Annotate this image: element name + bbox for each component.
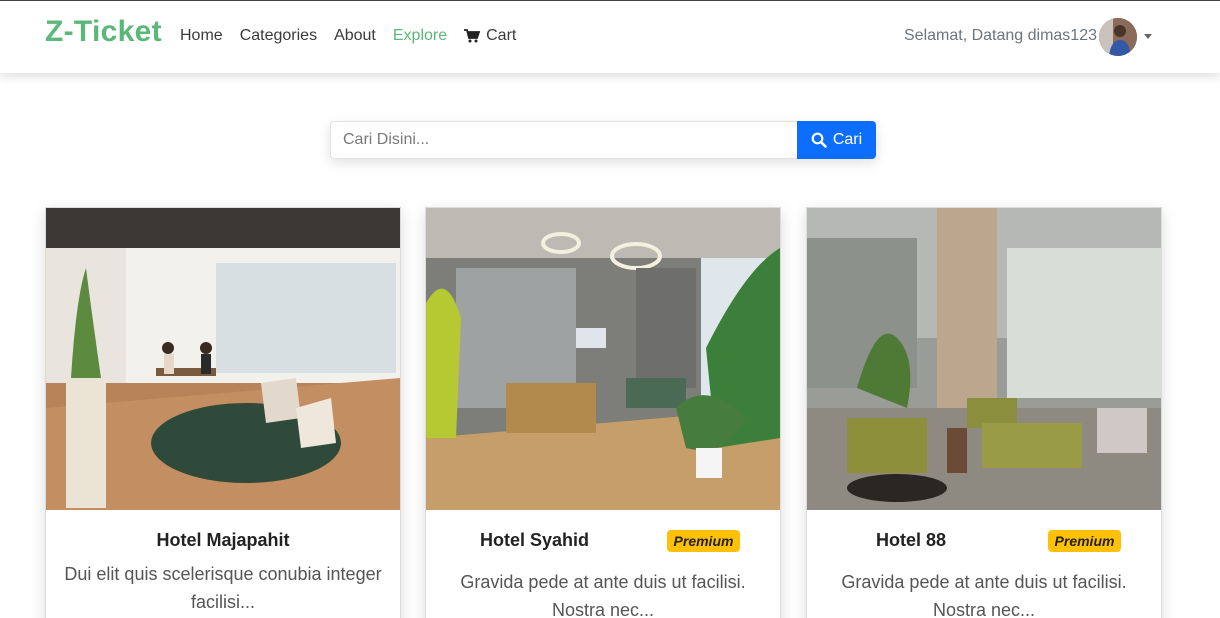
brand-logo[interactable]: Z-Ticket [45, 15, 162, 49]
search-bar: Cari [330, 121, 876, 159]
hotel-image [46, 208, 400, 510]
hotel-image [426, 208, 780, 510]
main-nav: Home Categories About Explore Cart [180, 27, 533, 45]
user-avatar[interactable] [1099, 18, 1137, 56]
navbar: Z-Ticket Home Categories About Explore C… [0, 0, 1220, 73]
premium-badge: Premium [1048, 530, 1121, 552]
hotel-description: Gravida pede at ante duis ut facilisi. N… [841, 572, 1127, 618]
nav-home[interactable]: Home [180, 27, 223, 45]
hotel-image [807, 208, 1161, 510]
nav-categories[interactable]: Categories [240, 27, 317, 45]
nav-explore[interactable]: Explore [393, 27, 447, 45]
nav-cart-label: Cart [486, 27, 517, 44]
hotel-title: Hotel 88 [876, 530, 947, 550]
search-button[interactable]: Cari [797, 121, 876, 159]
nav-about[interactable]: About [334, 27, 376, 45]
hotel-title: Hotel Syahid [480, 530, 590, 550]
cart-icon [464, 29, 481, 43]
avatar-image [1099, 18, 1137, 56]
search-button-label: Cari [832, 131, 863, 148]
user-greeting: Selamat, Datang dimas123 [904, 27, 1097, 44]
premium-badge: Premium [667, 530, 740, 552]
user-dropdown-chevron-down-icon[interactable] [1144, 34, 1152, 39]
hotel-card[interactable]: Hotel Majapahit Dui elit quis scelerisqu… [45, 207, 401, 618]
search-icon [811, 132, 827, 148]
hotel-description: Gravida pede at ante duis ut facilisi. N… [460, 572, 746, 618]
nav-cart[interactable]: Cart [464, 27, 516, 45]
search-input[interactable] [330, 121, 797, 159]
hotel-description: Dui elit quis scelerisque conubia intege… [64, 564, 382, 612]
hotel-card[interactable]: Hotel Syahid Premium Gravida pede at ant… [425, 207, 781, 618]
hotel-title: Hotel Majapahit [156, 530, 290, 550]
hotel-card[interactable]: Hotel 88 Premium Gravida pede at ante du… [806, 207, 1162, 618]
